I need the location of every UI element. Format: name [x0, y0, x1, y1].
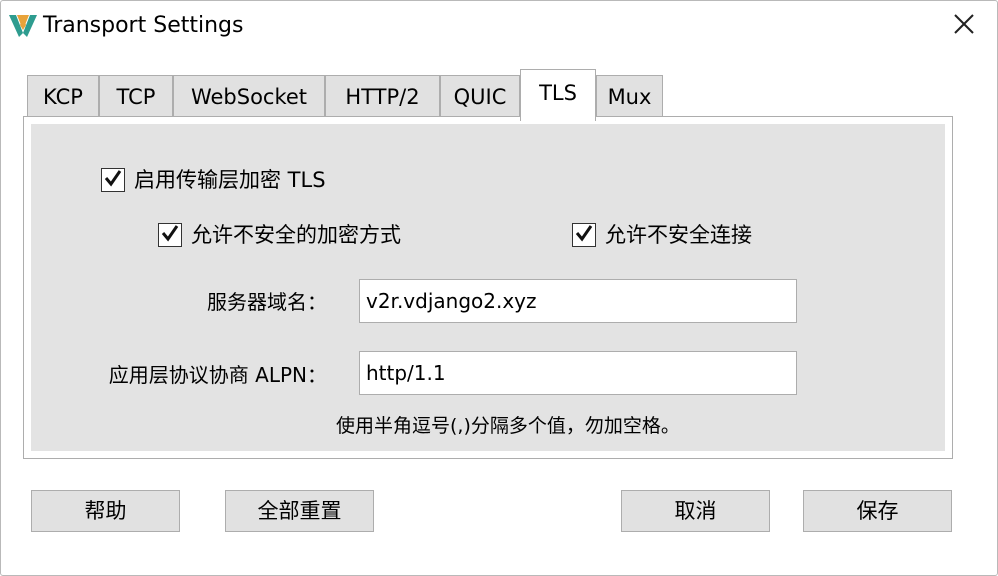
transport-settings-window: Transport Settings KCP TCP WebSocket HTT… [0, 0, 998, 576]
checkmark-icon [161, 224, 179, 246]
tab-mux[interactable]: Mux [596, 75, 663, 119]
allow-insecure-ciphers-checkbox[interactable]: 允许不安全的加密方式 [158, 221, 401, 249]
help-button[interactable]: 帮助 [31, 490, 180, 532]
enable-tls-label: 启用传输层加密 TLS [134, 168, 326, 192]
allow-insecure-label: 允许不安全连接 [605, 223, 752, 247]
title-bar: Transport Settings [1, 1, 997, 51]
alpn-hint: 使用半角逗号(,)分隔多个值，勿加空格。 [336, 415, 680, 437]
close-button[interactable] [945, 9, 983, 43]
tab-tcp[interactable]: TCP [99, 75, 173, 119]
checkbox-box [101, 168, 125, 192]
tab-quic[interactable]: QUIC [440, 75, 520, 119]
tls-settings-group: 启用传输层加密 TLS 允许不安全的加密方式 允许不安全连接 服务器域名： v2… [31, 124, 945, 451]
close-icon [953, 13, 975, 39]
enable-tls-checkbox[interactable]: 启用传输层加密 TLS [101, 166, 326, 194]
checkbox-box [158, 223, 182, 247]
alpn-label: 应用层协议协商 ALPN： [108, 363, 327, 387]
tab-websocket[interactable]: WebSocket [173, 75, 325, 119]
v-logo-icon [8, 13, 38, 39]
server-name-input[interactable]: v2r.vdjango2.xyz [359, 279, 797, 323]
tls-tab-panel: 启用传输层加密 TLS 允许不安全的加密方式 允许不安全连接 服务器域名： v2… [23, 116, 953, 459]
checkmark-icon [104, 169, 122, 191]
tab-http2[interactable]: HTTP/2 [325, 75, 440, 119]
checkbox-box [572, 223, 596, 247]
server-name-label: 服务器域名： [207, 290, 327, 314]
cancel-button[interactable]: 取消 [621, 490, 770, 532]
window-title: Transport Settings [43, 13, 244, 38]
allow-insecure-ciphers-label: 允许不安全的加密方式 [191, 223, 401, 247]
tab-bar: KCP TCP WebSocket HTTP/2 QUIC TLS Mux [25, 69, 955, 121]
tab-kcp[interactable]: KCP [27, 75, 99, 119]
save-button[interactable]: 保存 [803, 490, 952, 532]
tab-tls[interactable]: TLS [520, 69, 596, 121]
alpn-input[interactable]: http/1.1 [359, 351, 797, 395]
checkmark-icon [575, 224, 593, 246]
reset-all-button[interactable]: 全部重置 [225, 490, 374, 532]
allow-insecure-checkbox[interactable]: 允许不安全连接 [572, 221, 752, 249]
